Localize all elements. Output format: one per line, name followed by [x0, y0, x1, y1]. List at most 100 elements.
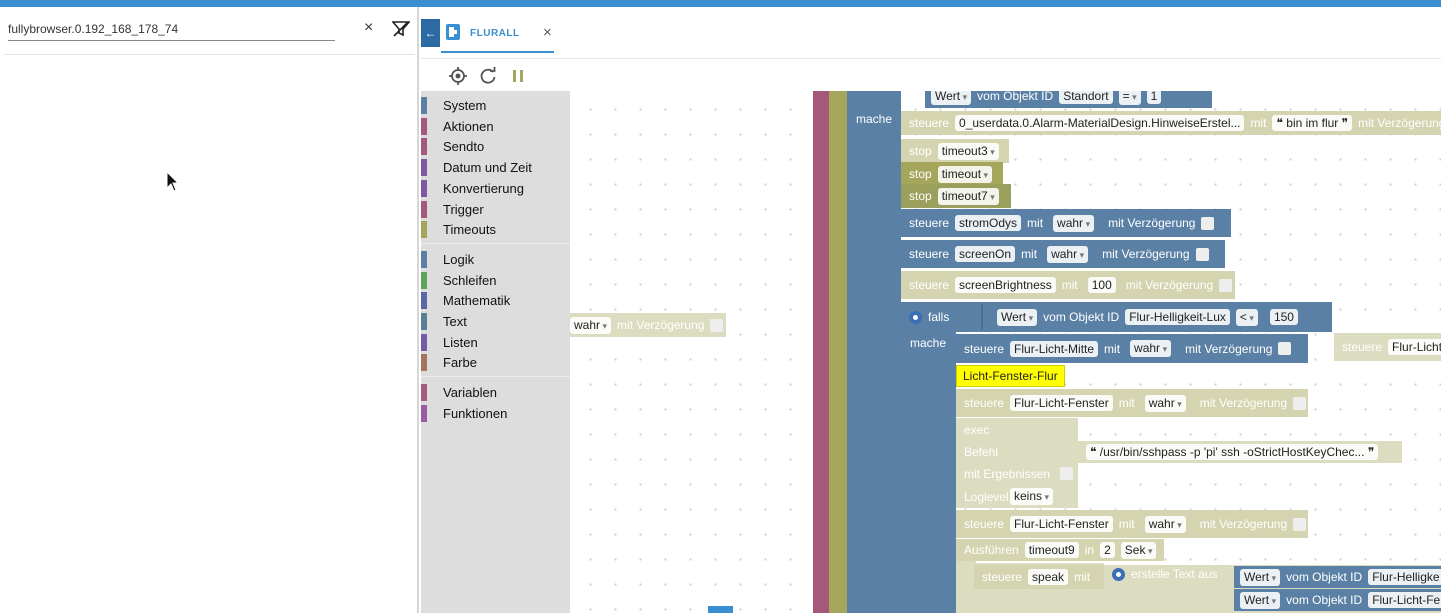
timeout-name-field[interactable]: timeout9	[1024, 542, 1079, 558]
gear-icon[interactable]	[909, 310, 922, 324]
steuere-screenon-block[interactable]: steuere screenOn mit wahr mit Verzögerun…	[901, 240, 1225, 268]
toolbox-category-sendto[interactable]: Sendto	[421, 136, 570, 156]
mouse-cursor-icon	[166, 171, 180, 192]
object-field[interactable]: Flur-Licht-Fenster	[1010, 395, 1113, 411]
object-field[interactable]: Flur-Licht	[1388, 339, 1441, 355]
gear-icon[interactable]	[1112, 567, 1125, 581]
wahr-dropdown[interactable]: wahr	[1144, 515, 1186, 533]
operator-dropdown[interactable]: <	[1235, 308, 1258, 326]
condition-block[interactable]: Wert vom Objekt ID Standort = 1	[925, 91, 1212, 108]
target-icon[interactable]	[448, 66, 468, 86]
steuere-flur-fenster-block-2[interactable]: steuere Flur-Licht-Fenster mit wahr mit …	[956, 510, 1308, 538]
timeout-dropdown[interactable]: timeout7	[937, 187, 999, 205]
tab-close-icon[interactable]: ×	[543, 24, 552, 41]
value-field[interactable]: 1	[1146, 91, 1162, 104]
number-field[interactable]: 100	[1087, 277, 1116, 293]
delay-value-field[interactable]: 2	[1100, 542, 1115, 558]
toolbox-category-logik[interactable]: Logik	[421, 249, 570, 269]
delay-checkbox[interactable]	[1293, 517, 1307, 531]
delay-checkbox[interactable]	[1195, 247, 1209, 261]
text-field[interactable]: ❝ bin im flur ❞	[1272, 115, 1353, 131]
restart-icon[interactable]	[478, 66, 498, 86]
wahr-dropdown[interactable]: wahr	[570, 316, 612, 334]
steuere-hinweise-block[interactable]: steuere 0_userdata.0.Alarm-MaterialDesig…	[901, 111, 1441, 135]
object-field[interactable]: screenBrightness	[955, 277, 1056, 293]
wert-dropdown[interactable]: Wert	[1240, 568, 1281, 586]
object-field[interactable]: stromOdys	[955, 215, 1022, 231]
wahr-dropdown[interactable]: wahr	[1144, 394, 1186, 412]
wert-dropdown[interactable]: Wert	[997, 308, 1038, 326]
get-value-block-1[interactable]: Wert vom Objekt ID Flur-Helligke	[1234, 566, 1441, 588]
object-field[interactable]: Flur-Licht-Fenster	[1010, 516, 1113, 532]
wahr-dropdown[interactable]: wahr	[1053, 214, 1095, 232]
object-field[interactable]: speak	[1028, 569, 1069, 585]
stop-timeout3-block[interactable]: stop timeout3	[901, 139, 1009, 163]
command-field[interactable]: ❝ /usr/bin/sshpass -p 'pi' ssh -oStrictH…	[1086, 444, 1379, 460]
tab-flurall[interactable]: FLURALL ×	[441, 17, 554, 53]
vom-objekt-label: vom Objekt ID	[977, 91, 1054, 103]
delay-checkbox[interactable]	[1201, 216, 1215, 230]
number-field[interactable]: 150	[1269, 309, 1298, 325]
horizontal-scrollbar[interactable]	[708, 606, 733, 613]
toolbox-category-text[interactable]: Text	[421, 311, 570, 331]
category-color-bar	[421, 179, 427, 197]
steuere-flur-mitte-block[interactable]: steuere Flur-Licht-Mitte mit wahr mit Ve…	[956, 334, 1308, 363]
toolbox-category-system[interactable]: System	[421, 95, 570, 115]
object-filter-input[interactable]	[8, 17, 335, 41]
steuere-screenbrightness-block[interactable]: steuere screenBrightness mit 100 mit Ver…	[901, 271, 1235, 299]
filter-off-icon[interactable]	[392, 21, 410, 37]
object-id-field[interactable]: Flur-Helligkeit-Lux	[1125, 309, 1230, 325]
pause-icon[interactable]	[508, 66, 528, 86]
object-field[interactable]: screenOn	[955, 246, 1016, 262]
object-id-field[interactable]: Flur-Licht-Fe	[1368, 592, 1441, 608]
delay-checkbox[interactable]	[1293, 396, 1307, 410]
wahr-dropdown[interactable]: wahr	[1130, 340, 1172, 357]
delay-checkbox[interactable]	[710, 318, 724, 332]
toolbox-category-timeouts[interactable]: Timeouts	[421, 219, 570, 239]
toolbox-category-trigger[interactable]: Trigger	[421, 199, 570, 219]
toolbox-category-listen[interactable]: Listen	[421, 332, 570, 352]
delay-checkbox[interactable]	[1278, 342, 1292, 355]
toolbox-category-mathematik[interactable]: Mathematik	[421, 290, 570, 310]
delay-checkbox[interactable]	[1219, 278, 1233, 292]
command-text-block[interactable]: ❝ /usr/bin/sshpass -p 'pi' ssh -oStrictH…	[1078, 441, 1402, 463]
wahr-dropdown[interactable]: wahr	[1047, 245, 1089, 263]
get-value-block-2[interactable]: Wert vom Objekt ID Flur-Licht-Fe	[1234, 589, 1441, 611]
category-label: Konvertierung	[443, 180, 524, 196]
timeout-dropdown[interactable]: timeout3	[937, 142, 999, 160]
toolbox-category-farbe[interactable]: Farbe	[421, 352, 570, 372]
unit-dropdown[interactable]: Sek	[1120, 541, 1157, 559]
collapse-back-button[interactable]: ←	[421, 19, 440, 47]
blockly-workspace[interactable]: wahr mit Verzögerung Wert vom Objekt ID …	[570, 91, 1441, 613]
stop-timeout-block[interactable]: stop timeout	[901, 162, 1003, 186]
steuere-flur-licht-block[interactable]: steuere Flur-Licht	[1334, 333, 1441, 361]
compare-block[interactable]: Wert vom Objekt ID Flur-Helligkeit-Lux <…	[981, 304, 1329, 330]
detached-block[interactable]: wahr mit Verzögerung	[570, 313, 726, 337]
steuere-speak-block[interactable]: steuere speak mit	[974, 565, 1104, 589]
wert-dropdown[interactable]: Wert	[1240, 591, 1281, 609]
toolbox-category-datum-und-zeit[interactable]: Datum und Zeit	[421, 157, 570, 177]
object-id-field[interactable]: Flur-Helligke	[1368, 569, 1441, 585]
toolbox-category-schleifen[interactable]: Schleifen	[421, 270, 570, 290]
mit-label: mit	[1250, 116, 1267, 130]
object-id-field[interactable]: Standort	[1059, 91, 1113, 104]
object-field[interactable]: Flur-Licht-Mitte	[1010, 340, 1099, 357]
stop-timeout7-block[interactable]: stop timeout7	[901, 184, 1011, 208]
object-field[interactable]: 0_userdata.0.Alarm-MaterialDesign.Hinwei…	[955, 115, 1245, 131]
comment-note[interactable]: Licht-Fenster-Flur	[956, 365, 1065, 387]
toolbox-category-funktionen[interactable]: Funktionen	[421, 403, 570, 423]
ausfuehren-timeout-block[interactable]: Ausführen timeout9 in 2 Sek	[956, 539, 1164, 561]
steuere-flur-fenster-block[interactable]: steuere Flur-Licht-Fenster mit wahr mit …	[956, 389, 1308, 417]
toolbox-category-variablen[interactable]: Variablen	[421, 382, 570, 402]
clear-filter-icon[interactable]: ×	[364, 19, 373, 37]
operator-dropdown[interactable]: =	[1118, 91, 1141, 105]
toolbox-category-aktionen[interactable]: Aktionen	[421, 116, 570, 136]
loglevel-dropdown[interactable]: keins	[1010, 488, 1054, 505]
falls-block[interactable]: falls Wert vom Objekt ID Flur-Helligkeit…	[901, 302, 1332, 332]
results-checkbox[interactable]	[1060, 467, 1073, 480]
category-label: Variablen	[443, 385, 497, 401]
wert-dropdown[interactable]: Wert	[931, 91, 972, 105]
timeout-dropdown[interactable]: timeout	[937, 165, 993, 183]
steuere-stromodys-block[interactable]: steuere stromOdys mit wahr mit Verzögeru…	[901, 209, 1231, 237]
toolbox-category-konvertierung[interactable]: Konvertierung	[421, 178, 570, 198]
